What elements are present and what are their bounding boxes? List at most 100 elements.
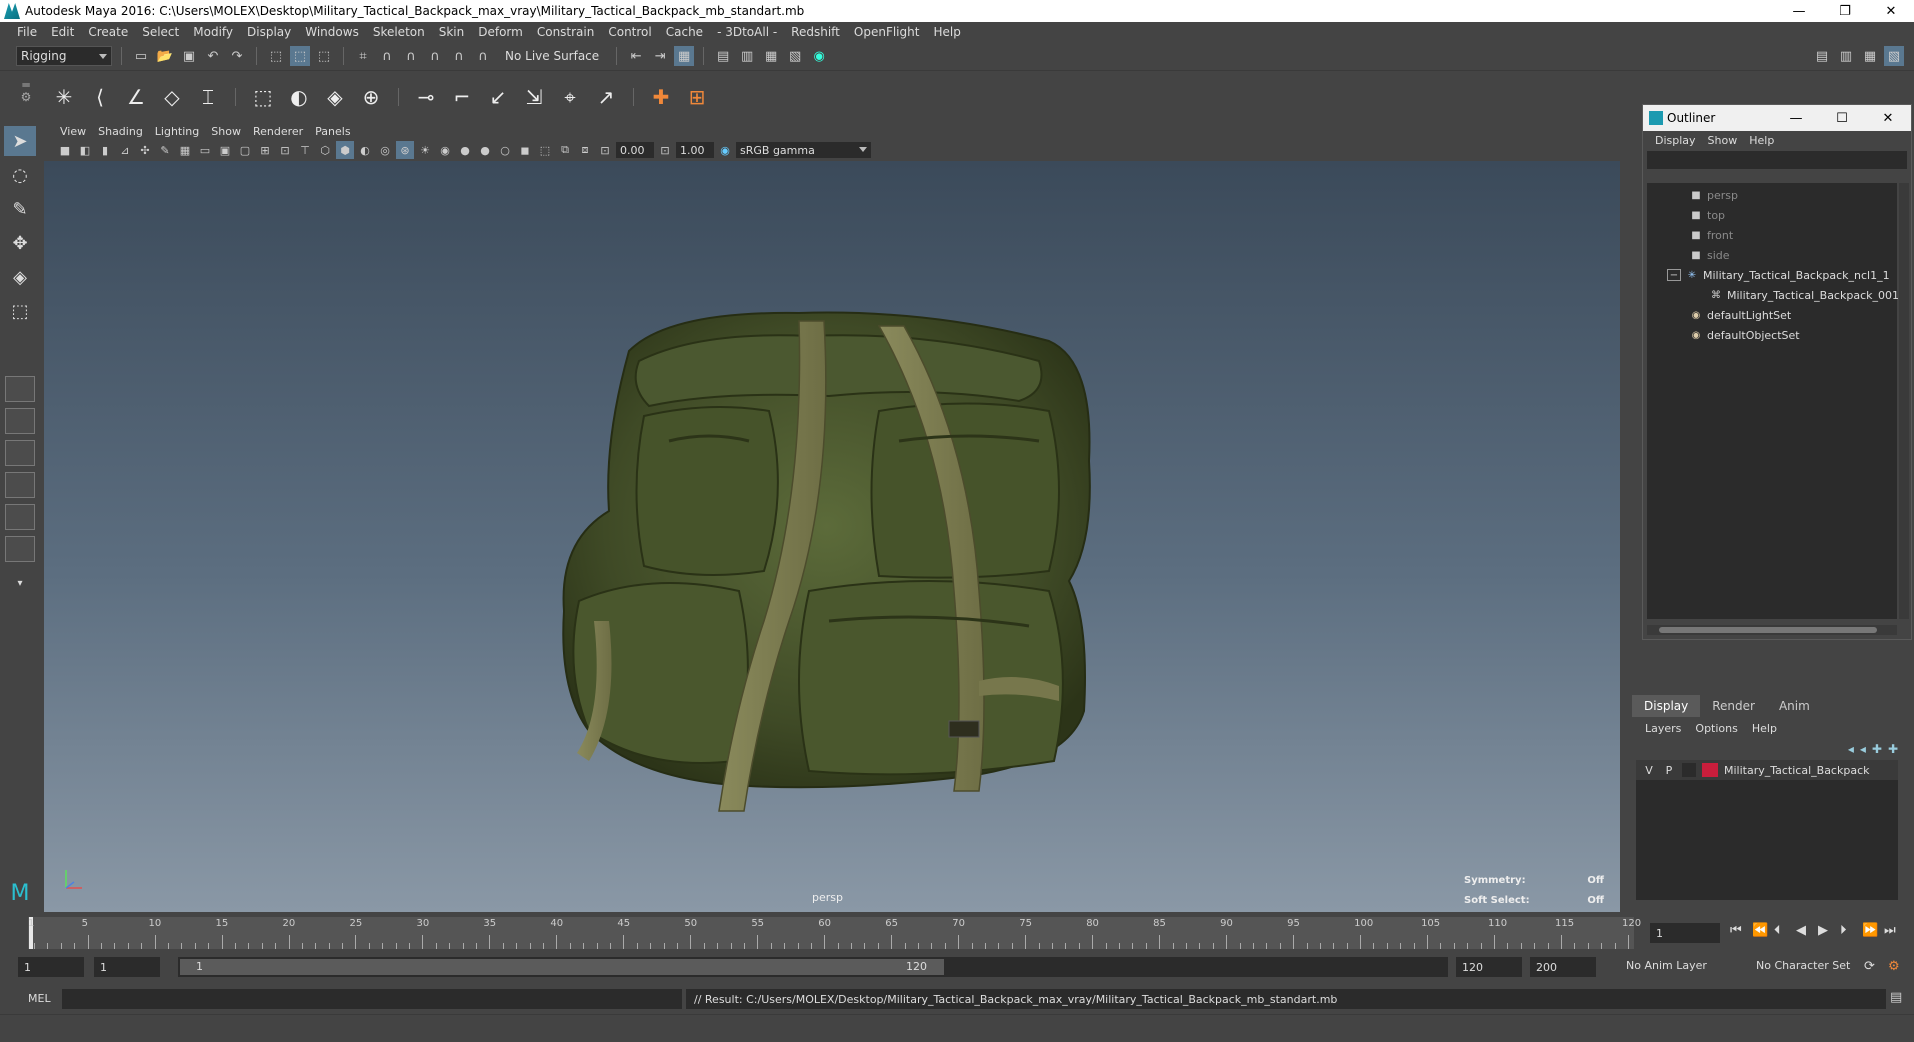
exposure-icon[interactable]: ⊡ [596, 141, 614, 159]
hik-character-icon[interactable]: ⊞ [683, 83, 711, 111]
outliner-persp-layout-icon[interactable] [5, 472, 35, 498]
redshift-render-icon[interactable]: ◉ [809, 46, 829, 66]
time-slider[interactable]: 1 5 10 15 20 25 30 35 40 45 50 55 60 65 70 75 80 85 90 95 10… [0, 915, 1914, 951]
render-frame-icon[interactable]: ▤ [713, 46, 733, 66]
safe-action-icon[interactable]: ⊡ [276, 141, 294, 159]
insert-joint-icon[interactable]: ⟨ [86, 83, 114, 111]
command-input[interactable] [62, 989, 682, 1009]
wireframe-icon[interactable]: ⬡ [316, 141, 334, 159]
outliner-close-button[interactable]: ✕ [1865, 105, 1911, 131]
hypershade-layout-icon[interactable] [5, 536, 35, 562]
shelf-menu-icon[interactable]: ═ ⚙ [18, 79, 34, 115]
preferences-icon[interactable]: ⚙ [1888, 959, 1900, 974]
ipr-render-icon[interactable]: ▥ [737, 46, 757, 66]
outliner-search-input[interactable] [1647, 151, 1907, 169]
persp-viewport[interactable]: Symmetry: Off Soft Select: Off persp [44, 161, 1620, 912]
undo-icon[interactable]: ↶ [203, 46, 223, 66]
layer-type-toggle[interactable] [1682, 763, 1696, 777]
layer-name[interactable]: Military_Tactical_Backpack [1724, 764, 1870, 777]
outliner-menu-show[interactable]: Show [1702, 134, 1744, 147]
auto-key-icon[interactable]: ⟳ [1864, 959, 1875, 974]
menu-windows[interactable]: Windows [298, 25, 366, 39]
step-forward-icon[interactable]: ⏩ [1862, 923, 1878, 938]
paint-select-icon[interactable]: ✎ [4, 194, 36, 224]
collapse-icon[interactable]: − [1667, 269, 1681, 281]
layer-menu-help[interactable]: Help [1745, 722, 1784, 735]
point-constraint-icon[interactable]: ⊸ [412, 83, 440, 111]
smooth-shade-icon[interactable]: ⬢ [336, 141, 354, 159]
shadows-icon[interactable]: ☀ [416, 141, 434, 159]
tab-anim[interactable]: Anim [1767, 695, 1822, 717]
hypershade-icon[interactable]: ▧ [785, 46, 805, 66]
camera-attributes-icon[interactable]: ◧ [76, 141, 94, 159]
menu-cache[interactable]: Cache [659, 25, 710, 39]
panel-menu-shading[interactable]: Shading [92, 125, 149, 138]
time-slider-track[interactable]: 1 5 10 15 20 25 30 35 40 45 50 55 60 65 70 75 80 85 90 95 10… [28, 917, 1641, 949]
motion-blur-icon[interactable]: ● [456, 141, 474, 159]
outliner-item-defaultlightset[interactable]: ◉ defaultLightSet [1689, 305, 1792, 325]
render-settings-icon[interactable]: ▦ [761, 46, 781, 66]
anim-layer-dropdown[interactable]: No Anim Layer [1626, 959, 1707, 972]
lattice-icon[interactable]: ◈ [321, 83, 349, 111]
construction-history-icon[interactable]: ▦ [674, 46, 695, 66]
outliner-item-persp[interactable]: ■ persp [1689, 185, 1738, 205]
scale-constraint-icon[interactable]: ⇲ [520, 83, 548, 111]
snap-grid-icon[interactable]: ⌗ [353, 46, 373, 66]
menuset-dropdown[interactable]: Rigging [16, 46, 112, 66]
smooth-bind-icon[interactable]: ◐ [285, 83, 313, 111]
animation-end-field[interactable]: 200 [1530, 957, 1596, 977]
isolate-select-icon[interactable]: ◼ [516, 141, 534, 159]
menu-3dtoall[interactable]: - 3DtoAll - [710, 25, 784, 39]
gate-mask-icon[interactable]: ▢ [236, 141, 254, 159]
wireframe-on-shaded-icon[interactable]: ◐ [356, 141, 374, 159]
layer-menu-layers[interactable]: Layers [1638, 722, 1688, 735]
step-forward-key-icon[interactable]: ⏵ [1840, 923, 1847, 938]
use-all-lights-icon[interactable]: ⊛ [396, 141, 414, 159]
new-scene-icon[interactable]: ▭ [131, 46, 151, 66]
current-frame-field[interactable]: 1 [1650, 923, 1720, 943]
grease-pencil-icon[interactable]: ✎ [156, 141, 174, 159]
menu-select[interactable]: Select [135, 25, 186, 39]
backpack-model[interactable] [549, 291, 1149, 831]
outliner-item-mesh[interactable]: ⌘ Military_Tactical_Backpack_001 [1709, 285, 1899, 305]
four-pane-layout-icon[interactable] [5, 408, 35, 434]
bookmark-icon[interactable]: ▮ [96, 141, 114, 159]
go-to-end-icon[interactable]: ⏭ [1884, 923, 1896, 938]
range-bar-fill[interactable] [180, 959, 944, 975]
step-back-key-icon[interactable]: ⏴ [1774, 923, 1781, 938]
menu-openflight[interactable]: OpenFlight [847, 25, 927, 39]
save-scene-icon[interactable]: ▣ [179, 46, 199, 66]
image-plane-icon[interactable]: ⊿ [116, 141, 134, 159]
layer-menu-options[interactable]: Options [1688, 722, 1744, 735]
gamma-icon[interactable]: ⊡ [656, 141, 674, 159]
restore-button[interactable]: ❐ [1822, 0, 1868, 22]
ik-spline-icon[interactable]: ◇ [158, 83, 186, 111]
orient-constraint-icon[interactable]: ↙ [484, 83, 512, 111]
select-component-icon[interactable]: ⬚ [314, 46, 334, 66]
input-output-icon[interactable]: ⇤ [626, 46, 646, 66]
lasso-tool-icon[interactable]: ◌ [4, 160, 36, 190]
textured-icon[interactable]: ◎ [376, 141, 394, 159]
safe-title-icon[interactable]: ⊤ [296, 141, 314, 159]
2d-pan-zoom-icon[interactable]: ✣ [136, 141, 154, 159]
panel-menu-view[interactable]: View [54, 125, 92, 138]
play-forwards-icon[interactable]: ▶ [1818, 923, 1828, 938]
tab-render[interactable]: Render [1700, 695, 1767, 717]
panel-menu-lighting[interactable]: Lighting [149, 125, 205, 138]
menu-modify[interactable]: Modify [186, 25, 240, 39]
scrollbar-thumb[interactable] [1659, 627, 1877, 633]
film-gate-icon[interactable]: ▭ [196, 141, 214, 159]
aim-constraint-icon[interactable]: ⌐ [448, 83, 476, 111]
resolution-gate-icon[interactable]: ▣ [216, 141, 234, 159]
locator-icon[interactable]: ⌶ [194, 83, 222, 111]
outliner-menu-display[interactable]: Display [1649, 134, 1702, 147]
gamma-field[interactable]: 1.00 [676, 142, 714, 158]
graph-layout-icon[interactable] [5, 504, 35, 530]
bind-skin-icon[interactable]: ⬚ [249, 83, 277, 111]
redo-icon[interactable]: ↷ [227, 46, 247, 66]
move-layer-down-icon[interactable]: ◂ [1860, 742, 1866, 756]
tab-display[interactable]: Display [1632, 695, 1701, 717]
single-pane-layout-icon[interactable] [5, 376, 35, 402]
history-icon[interactable]: ⇥ [650, 46, 670, 66]
outliner-item-ncl1[interactable]: − ✳ Military_Tactical_Backpack_ncl1_1 [1667, 265, 1890, 285]
